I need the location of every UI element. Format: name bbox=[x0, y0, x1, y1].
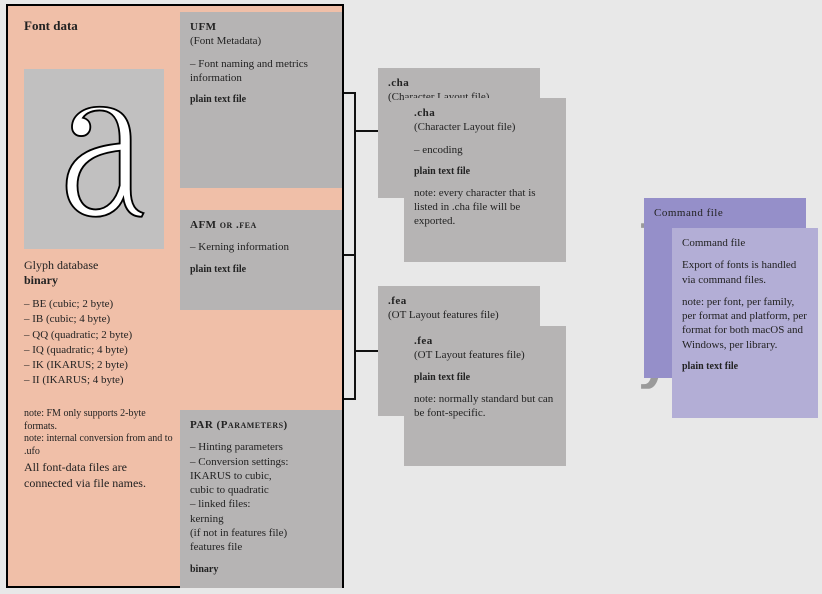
connector-line bbox=[354, 130, 378, 132]
afm-desc: – Kerning information bbox=[190, 240, 332, 254]
ufm-desc: – Font naming and metrics information bbox=[190, 57, 332, 86]
connector-line bbox=[344, 92, 354, 94]
par-l6: kerning bbox=[190, 512, 332, 526]
par-l7: (if not in features file) bbox=[190, 526, 332, 540]
cmd-front-note: note: per font, per family, per format a… bbox=[682, 295, 808, 352]
connector-line bbox=[344, 398, 354, 400]
cha-front-subtitle: (Character Layout file) bbox=[414, 120, 556, 134]
format-list: – BE (cubic; 2 byte) – IB (cubic; 4 byte… bbox=[24, 296, 132, 389]
cmd-front-desc: Export of fonts is handled via command f… bbox=[682, 258, 808, 287]
fea-back-title: .fea bbox=[388, 294, 530, 308]
glyph-db-label: Glyph database bbox=[24, 258, 98, 274]
afm-ptf: plain text file bbox=[190, 263, 332, 276]
diagram-canvas: Font data Glyph database binary – BE (cu… bbox=[0, 0, 822, 594]
format-item: – IK (IKARUS; 2 byte) bbox=[24, 358, 132, 372]
glyph-a-icon bbox=[24, 69, 164, 249]
cha-card-front: .cha (Character Layout file) – encoding … bbox=[404, 98, 566, 262]
note-text: note: FM only supports 2-byte formats. bbox=[24, 408, 174, 433]
font-data-notes: note: FM only supports 2-byte formats. n… bbox=[24, 408, 174, 458]
fea-front-subtitle: (OT Layout features file) bbox=[414, 348, 556, 362]
par-l1: – Hinting parameters bbox=[190, 440, 332, 454]
font-data-panel: Font data Glyph database binary – BE (cu… bbox=[6, 4, 344, 588]
par-l4: cubic to quadratic bbox=[190, 483, 332, 497]
par-l2: – Conversion settings: bbox=[190, 455, 332, 469]
cha-back-title: .cha bbox=[388, 76, 530, 90]
format-item: – BE (cubic; 2 byte) bbox=[24, 297, 132, 311]
cmd-back-title: Command file bbox=[654, 206, 796, 220]
connector-line bbox=[354, 92, 356, 400]
format-item: – QQ (quadratic; 2 byte) bbox=[24, 328, 132, 342]
command-file-front: Command file Export of fonts is handled … bbox=[672, 228, 818, 418]
par-binary: binary bbox=[190, 563, 332, 576]
ufm-subtitle: (Font Metadata) bbox=[190, 34, 332, 48]
ufm-ptf: plain text file bbox=[190, 93, 332, 106]
ufm-title: UFM bbox=[190, 21, 217, 33]
par-l8: features file bbox=[190, 540, 332, 554]
cmd-front-ptf: plain text file bbox=[682, 360, 808, 373]
cha-front-note: note: every character that is listed in … bbox=[414, 186, 556, 229]
glyph-db-binary: binary bbox=[24, 273, 58, 289]
par-l3: IKARUS to cubic, bbox=[190, 469, 332, 483]
format-item: – II (IKARUS; 4 byte) bbox=[24, 373, 132, 387]
cha-front-desc: – encoding bbox=[414, 143, 556, 157]
note-text: note: internal conversion from and to .u… bbox=[24, 433, 174, 458]
afm-card: AFM or .fea – Kerning information plain … bbox=[180, 210, 342, 310]
fea-front-title: .fea bbox=[414, 334, 556, 348]
fea-back-subtitle: (OT Layout features file) bbox=[388, 308, 530, 322]
fea-front-ptf: plain text file bbox=[414, 371, 556, 384]
par-title: PAR (Parameters) bbox=[190, 419, 288, 431]
par-l5: – linked files: bbox=[190, 497, 332, 511]
fea-card-front: .fea (OT Layout features file) plain tex… bbox=[404, 326, 566, 466]
format-item: – IQ (quadratic; 4 byte) bbox=[24, 343, 132, 357]
connector-line bbox=[354, 350, 378, 352]
connector-line bbox=[344, 254, 354, 256]
fea-front-note: note: normally standard but can be font-… bbox=[414, 392, 556, 421]
cmd-front-title: Command file bbox=[682, 236, 808, 250]
ufm-card: UFM (Font Metadata) – Font naming and me… bbox=[180, 12, 342, 188]
format-item: – IB (cubic; 4 byte) bbox=[24, 312, 132, 326]
afm-title: AFM or .fea bbox=[190, 219, 257, 231]
cha-front-title: .cha bbox=[414, 106, 556, 120]
connected-note: All font-data files are connected via fi… bbox=[24, 460, 174, 491]
cha-front-ptf: plain text file bbox=[414, 165, 556, 178]
par-card: PAR (Parameters) – Hinting parameters – … bbox=[180, 410, 342, 588]
